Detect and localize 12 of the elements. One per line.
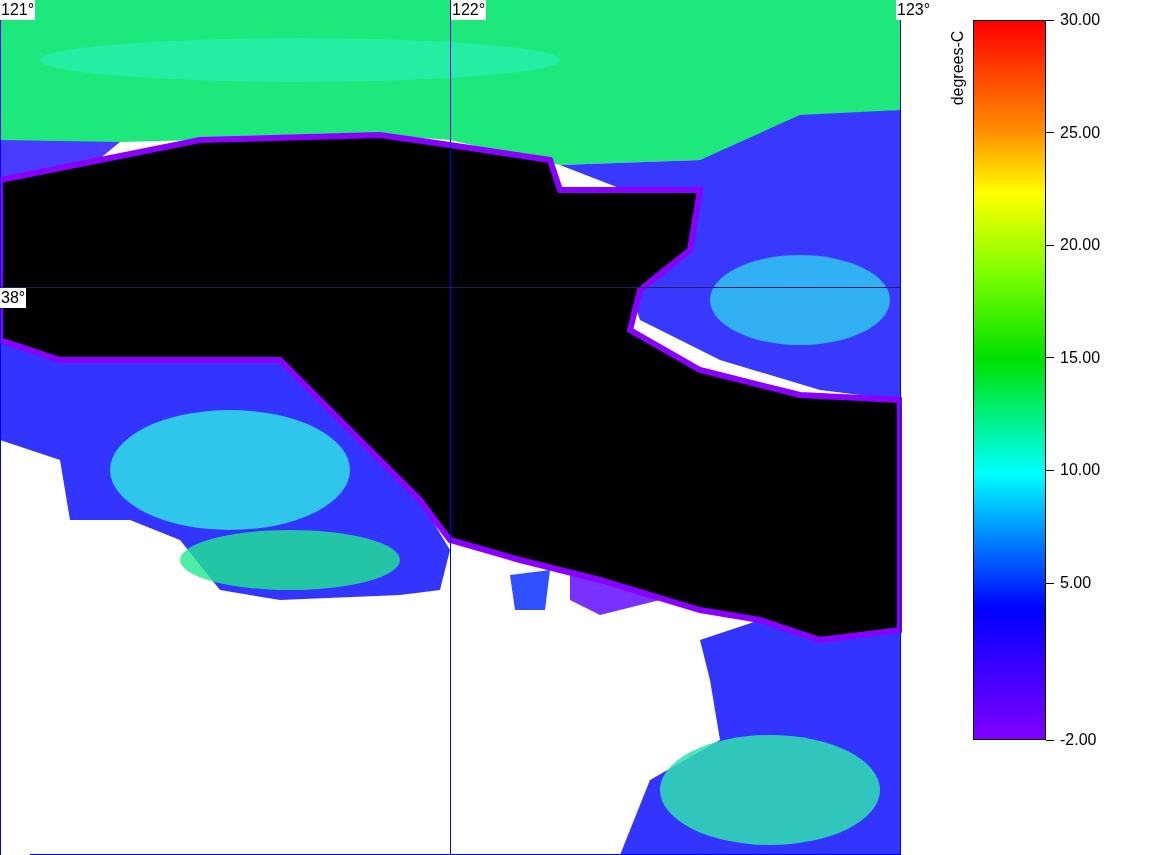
longitude-label: 122°	[451, 0, 487, 20]
colorbar-tick-label: 25.00	[1060, 122, 1101, 143]
longitude-label: 121°	[0, 0, 36, 20]
latitude-label: 38°	[0, 288, 27, 308]
colorbar-unit-label: degrees-C	[948, 30, 967, 106]
colorbar-tick-label: 10.00	[1060, 460, 1101, 481]
colorbar-tick-label: 5.00	[1060, 573, 1092, 593]
colorbar-tick-label: 20.00	[1060, 235, 1101, 256]
longitude-label: 123°	[896, 0, 932, 20]
colorbar-tick-label: 15.00	[1060, 347, 1101, 368]
colorbar-tick-label: 30.00	[1060, 10, 1101, 30]
colorbar-tick-label: -2.00	[1060, 730, 1097, 750]
